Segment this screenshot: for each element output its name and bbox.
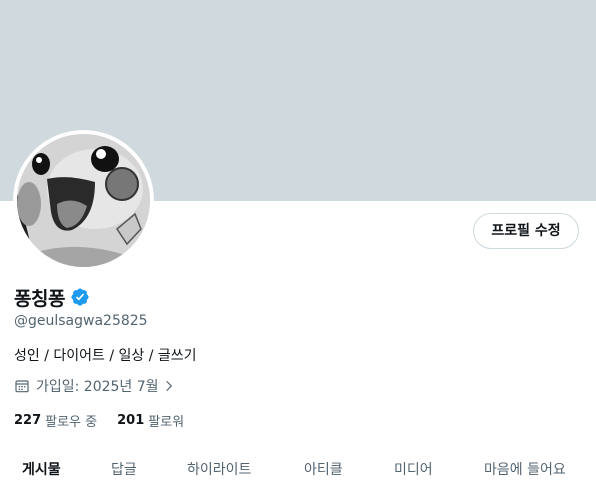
chevron-right-icon — [165, 380, 172, 392]
tab-replies[interactable]: 답글 — [111, 448, 137, 492]
display-name: 퐁칭퐁 — [14, 287, 65, 310]
profile-avatar[interactable] — [13, 130, 154, 271]
tab-posts[interactable]: 게시물 — [22, 448, 61, 492]
profile-tabs: 게시물 답글 하이라이트 아티클 미디어 마음에 들어요 — [0, 448, 596, 492]
following-link[interactable]: 227 팔로우 중 — [14, 411, 97, 430]
followers-count: 201 — [117, 412, 145, 428]
bio: 성인 / 다이어트 / 일상 / 글쓰기 — [14, 348, 197, 364]
avatar-image — [17, 134, 150, 267]
edit-profile-button[interactable]: 프로필 수정 — [473, 213, 579, 249]
tab-highlights[interactable]: 하이라이트 — [187, 448, 251, 492]
name-row: 퐁칭퐁 — [14, 285, 90, 310]
handle: @geulsagwa25825 — [14, 313, 148, 329]
follow-stats: 227 팔로우 중 201 팔로워 — [14, 411, 184, 430]
verified-badge-icon[interactable] — [70, 287, 90, 307]
calendar-icon — [15, 380, 29, 393]
following-count: 227 — [14, 412, 42, 428]
joined-text: 가입일: 2025년 7월 — [36, 379, 159, 395]
tab-likes[interactable]: 마음에 들어요 — [484, 448, 566, 492]
tab-articles[interactable]: 아티클 — [304, 448, 343, 492]
following-label: 팔로우 중 — [45, 414, 98, 430]
followers-label: 팔로워 — [148, 414, 185, 430]
followers-link[interactable]: 201 팔로워 — [117, 411, 184, 430]
tab-media[interactable]: 미디어 — [394, 448, 433, 492]
joined-date[interactable]: 가입일: 2025년 7월 — [14, 377, 176, 395]
